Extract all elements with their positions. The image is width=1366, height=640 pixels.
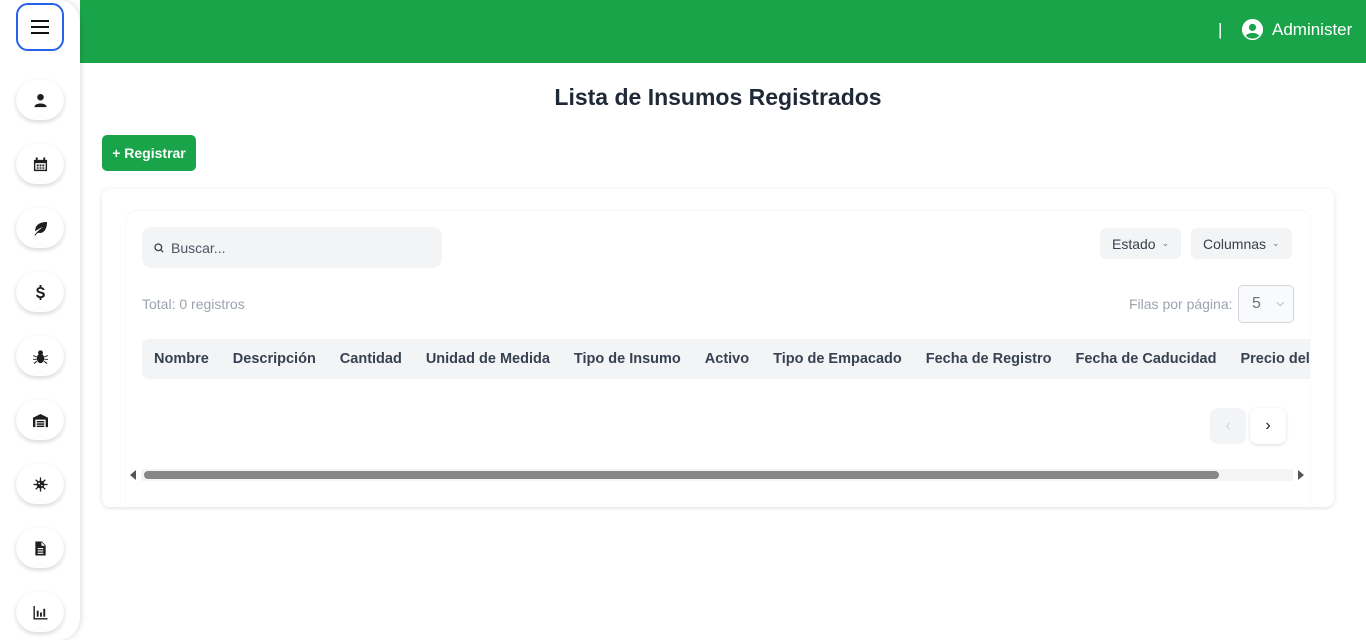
document-icon [34, 540, 46, 556]
scroll-right-arrow[interactable] [1298, 470, 1304, 480]
column-header[interactable]: Precio del Insumo [1228, 351, 1310, 367]
sidebar-item-reports[interactable] [16, 528, 64, 568]
column-header[interactable]: Descripción [221, 351, 328, 367]
sidebar-item-diseases[interactable] [16, 464, 64, 504]
status-filter-dropdown[interactable]: Estado ⌄ [1100, 228, 1182, 259]
menu-toggle-button[interactable] [16, 3, 64, 51]
chevron-left-icon: ‹ [1225, 417, 1231, 434]
header-separator: | [1218, 20, 1223, 39]
user-name: Administer [1272, 19, 1353, 39]
column-header[interactable]: Tipo de Empacado [761, 351, 914, 367]
calendar-icon [33, 156, 47, 171]
sidebar-item-statistics[interactable] [16, 592, 64, 632]
column-header[interactable]: Nombre [142, 351, 221, 367]
user-avatar-icon [1242, 19, 1263, 40]
status-filter-label: Estado [1112, 235, 1156, 252]
user-icon [33, 93, 47, 107]
warehouse-icon [32, 413, 48, 427]
search-input[interactable] [171, 239, 421, 256]
sidebar-item-users[interactable] [16, 80, 64, 120]
rows-per-page-label: Filas por página: [1129, 296, 1233, 312]
rows-per-page-value: 5 [1252, 295, 1261, 312]
bar-chart-icon [32, 605, 48, 620]
search-icon [154, 242, 164, 253]
column-header[interactable]: Cantidad [328, 351, 414, 367]
register-button[interactable]: + Registrar [102, 135, 196, 171]
sidebar-item-finance[interactable] [16, 272, 64, 312]
user-menu[interactable]: Administer [1242, 19, 1352, 40]
virus-icon [32, 476, 48, 492]
columns-dropdown[interactable]: Columnas ⌄ [1191, 228, 1292, 259]
hamburger-icon [31, 16, 49, 38]
sidebar [0, 0, 80, 640]
chevron-right-icon: › [1265, 417, 1271, 434]
top-header: | Administer [80, 0, 1366, 63]
search-box[interactable] [142, 227, 442, 268]
column-header[interactable]: Unidad de Medida [414, 351, 562, 367]
scroll-left-arrow[interactable] [130, 470, 136, 480]
sidebar-item-crops[interactable] [16, 208, 64, 248]
bug-icon [32, 349, 48, 364]
chevron-down-icon: ⌄ [1161, 238, 1170, 248]
table-card: Estado ⌄ Columnas ⌄ Total: 0 registros F… [102, 189, 1334, 507]
column-header[interactable]: Tipo de Insumo [562, 351, 693, 367]
column-header[interactable]: Activo [693, 351, 761, 367]
page-title: Lista de Insumos Registrados [554, 84, 882, 110]
chevron-down-icon: ⌄ [1272, 238, 1280, 248]
column-header[interactable]: Fecha de Caducidad [1063, 351, 1228, 367]
rows-per-page-select[interactable]: 5 ⌵ [1238, 285, 1294, 323]
dollar-icon [35, 284, 45, 300]
horizontal-scrollbar[interactable] [127, 468, 1307, 482]
columns-dropdown-label: Columnas [1203, 235, 1267, 252]
scrollbar-thumb[interactable] [144, 471, 1219, 479]
table-header: Nombre Descripción Cantidad Unidad de Medid… [142, 339, 1310, 379]
next-page-button[interactable]: › [1250, 408, 1286, 444]
previous-page-button[interactable]: ‹ [1210, 408, 1246, 444]
column-header[interactable]: Fecha de Registro [914, 351, 1064, 367]
leaf-icon [33, 221, 47, 236]
sidebar-item-warehouse[interactable] [16, 400, 64, 440]
table-panel: Estado ⌄ Columnas ⌄ Total: 0 registros F… [126, 211, 1310, 507]
sidebar-item-calendar[interactable] [16, 144, 64, 184]
total-records: Total: 0 registros [142, 296, 245, 312]
sidebar-item-pests[interactable] [16, 336, 64, 376]
chevron-down-icon: ⌵ [1276, 298, 1284, 309]
